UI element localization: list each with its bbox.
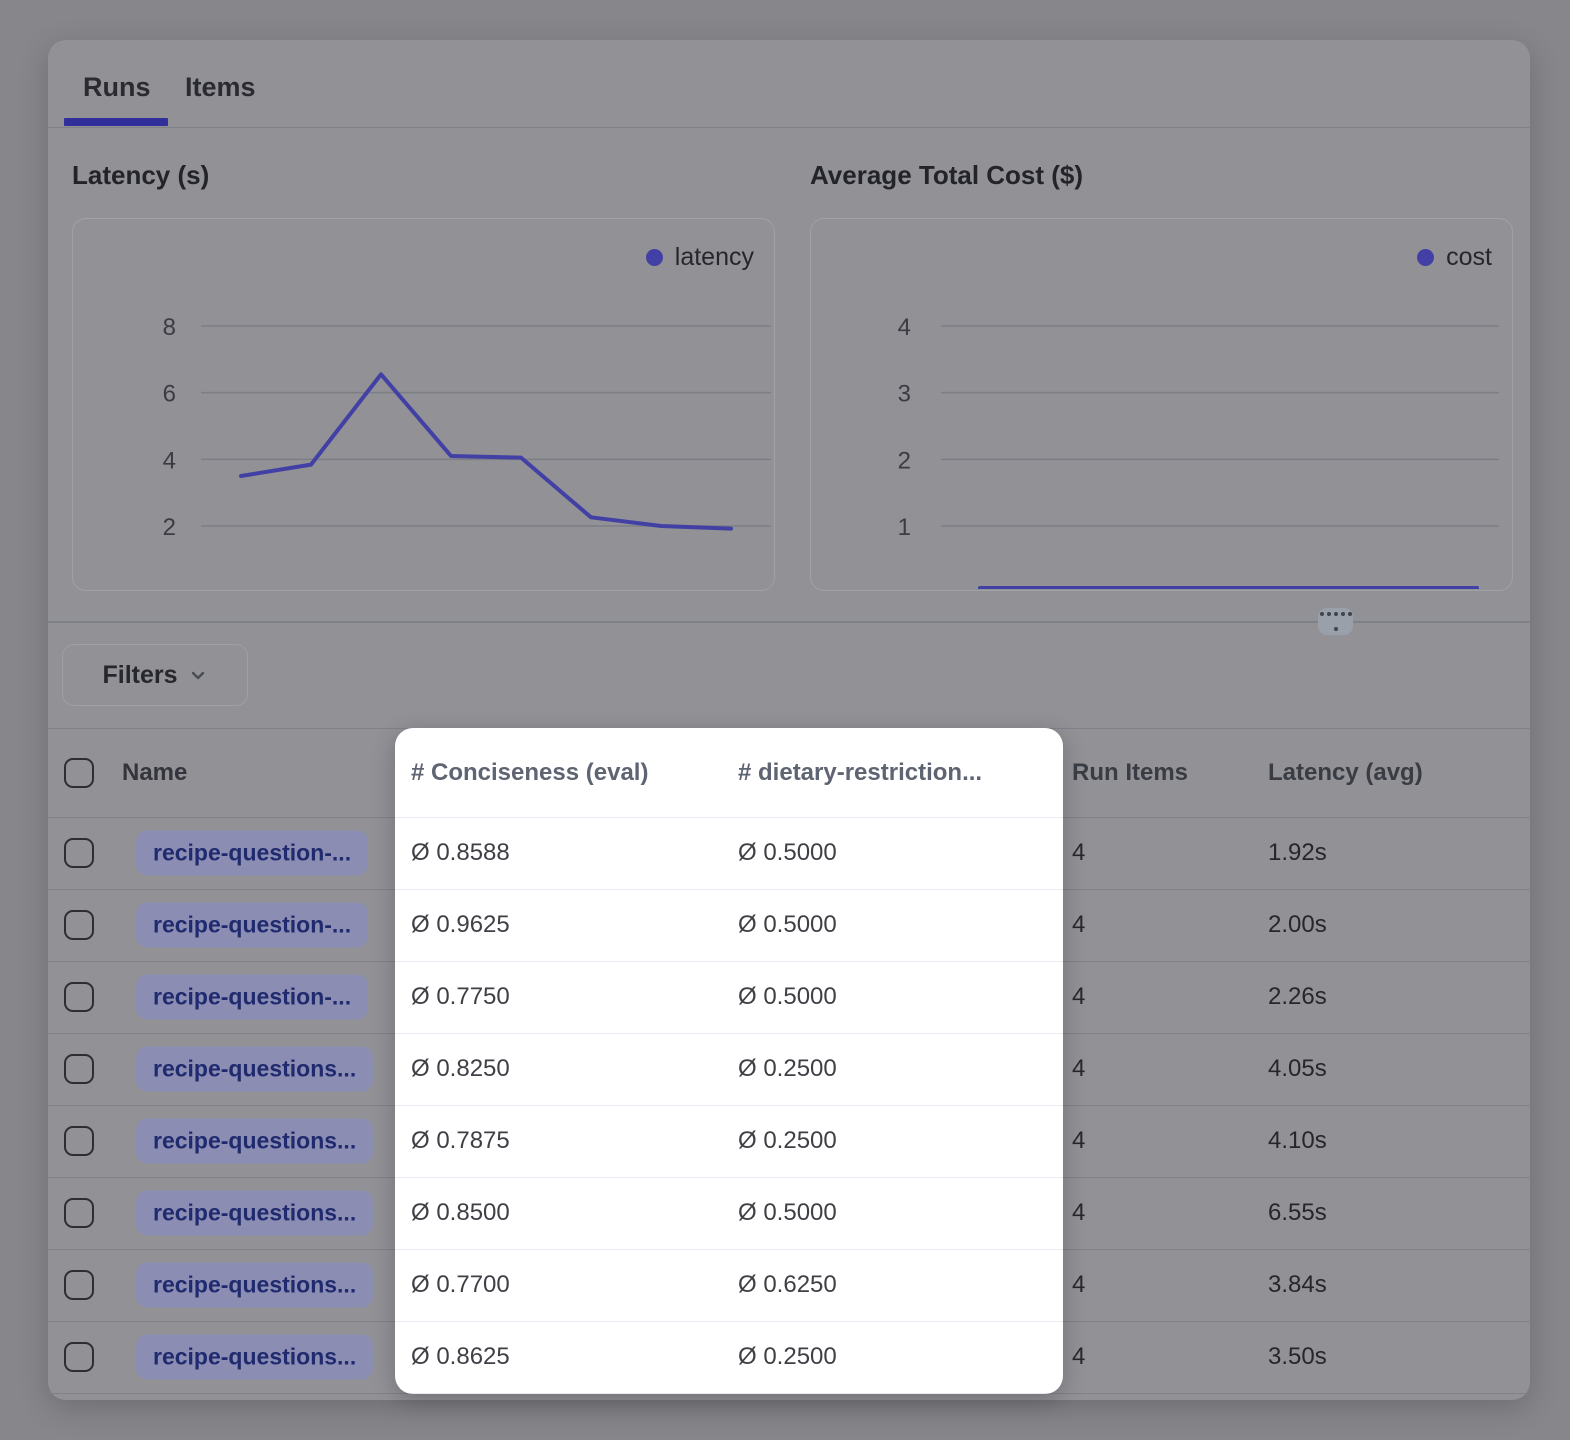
run-name-badge[interactable]: recipe-questions... [136,1119,373,1164]
conciseness-value: Ø 0.8500 [411,1199,510,1227]
dietary-value: Ø 0.6250 [738,1271,837,1299]
run-name-badge[interactable]: recipe-questions... [136,1263,373,1308]
run-items-value: 4 [1072,1271,1085,1299]
row-checkbox[interactable] [64,1054,94,1084]
conciseness-value: Ø 0.8250 [411,1055,510,1083]
column-header-dietary-restriction: # dietary-restriction... [738,759,982,787]
run-name-badge[interactable]: recipe-question-... [136,975,368,1020]
run-name-badge[interactable]: recipe-questions... [136,1047,373,1092]
row-checkbox[interactable] [64,982,94,1012]
resize-drag-handle-icon[interactable] [1318,608,1353,635]
tab-items[interactable]: Items [185,72,256,103]
table-row: recipe-questions... Ø 0.7700 Ø 0.6250 4 … [48,1249,1530,1321]
run-items-value: 4 [1072,1127,1085,1155]
svg-text:6: 6 [163,381,176,408]
runs-table: Name # Conciseness (eval) # dietary-rest… [48,728,1530,1394]
run-name-badge[interactable]: recipe-questions... [136,1335,373,1380]
cost-chart-panel: 4 3 2 1 cost [810,218,1513,591]
latency-value: 4.05s [1268,1055,1327,1083]
latency-value: 3.84s [1268,1271,1327,1299]
latency-value: 3.50s [1268,1343,1327,1371]
chevron-down-icon [188,665,208,685]
latency-value: 1.92s [1268,839,1327,867]
conciseness-value: Ø 0.8625 [411,1343,510,1371]
run-items-value: 4 [1072,911,1085,939]
conciseness-value: Ø 0.7875 [411,1127,510,1155]
column-header-latency-avg: Latency (avg) [1268,759,1423,787]
latency-legend-dot-icon [646,249,663,266]
column-header-name: Name [122,759,187,787]
table-row: recipe-questions... Ø 0.8250 Ø 0.2500 4 … [48,1033,1530,1105]
run-items-value: 4 [1072,983,1085,1011]
latency-legend-label: latency [675,243,754,272]
row-checkbox[interactable] [64,1270,94,1300]
cost-line-chart: 4 3 2 1 [811,219,1511,589]
column-header-run-items: Run Items [1072,759,1188,787]
cost-chart-title: Average Total Cost ($) [810,160,1083,191]
dietary-value: Ø 0.5000 [738,983,837,1011]
run-items-value: 4 [1072,839,1085,867]
run-name-badge[interactable]: recipe-question-... [136,903,368,948]
svg-text:4: 4 [163,447,176,474]
table-row: recipe-question-... Ø 0.9625 Ø 0.5000 4 … [48,889,1530,961]
tab-bar: Runs Items [48,40,1530,128]
table-row: recipe-question-... Ø 0.8588 Ø 0.5000 4 … [48,817,1530,889]
dietary-value: Ø 0.5000 [738,839,837,867]
table-row: recipe-questions... Ø 0.8500 Ø 0.5000 4 … [48,1177,1530,1249]
active-tab-indicator [64,118,168,126]
svg-text:2: 2 [898,447,911,474]
cost-legend: cost [1417,243,1492,272]
latency-legend: latency [646,243,754,272]
svg-text:4: 4 [898,314,911,341]
dietary-value: Ø 0.2500 [738,1055,837,1083]
row-checkbox[interactable] [64,1126,94,1156]
table-row: recipe-questions... Ø 0.7875 Ø 0.2500 4 … [48,1105,1530,1177]
column-header-conciseness: # Conciseness (eval) [411,759,648,787]
cost-legend-dot-icon [1417,249,1434,266]
run-items-value: 4 [1072,1199,1085,1227]
charts-section-divider [48,621,1530,623]
dietary-value: Ø 0.2500 [738,1343,837,1371]
run-name-badge[interactable]: recipe-questions... [136,1191,373,1236]
conciseness-value: Ø 0.7700 [411,1271,510,1299]
latency-value: 4.10s [1268,1127,1327,1155]
conciseness-value: Ø 0.9625 [411,911,510,939]
row-checkbox[interactable] [64,910,94,940]
latency-value: 2.26s [1268,983,1327,1011]
conciseness-value: Ø 0.8588 [411,839,510,867]
dietary-value: Ø 0.5000 [738,1199,837,1227]
latency-value: 6.55s [1268,1199,1327,1227]
table-row: recipe-questions... Ø 0.8625 Ø 0.2500 4 … [48,1321,1530,1393]
filters-button-label: Filters [102,661,177,690]
svg-text:3: 3 [898,381,911,408]
row-checkbox[interactable] [64,838,94,868]
dietary-value: Ø 0.2500 [738,1127,837,1155]
table-row: recipe-question-... Ø 0.7750 Ø 0.5000 4 … [48,961,1530,1033]
svg-text:1: 1 [898,514,911,541]
select-all-checkbox[interactable] [64,758,94,788]
svg-text:8: 8 [163,314,176,341]
latency-value: 2.00s [1268,911,1327,939]
cost-legend-label: cost [1446,243,1492,272]
main-panel: Runs Items Latency (s) Average Total Cos… [48,40,1530,1400]
latency-chart-title: Latency (s) [72,160,209,191]
table-header-row: Name # Conciseness (eval) # dietary-rest… [48,728,1530,817]
tab-runs[interactable]: Runs [83,72,151,103]
latency-line-chart: 8 6 4 2 [73,219,773,589]
dietary-value: Ø 0.5000 [738,911,837,939]
tabbar-divider [48,127,1530,128]
svg-text:2: 2 [163,514,176,541]
run-items-value: 4 [1072,1343,1085,1371]
row-checkbox[interactable] [64,1342,94,1372]
latency-chart-panel: 8 6 4 2 latency [72,218,775,591]
row-checkbox[interactable] [64,1198,94,1228]
run-items-value: 4 [1072,1055,1085,1083]
run-name-badge[interactable]: recipe-question-... [136,831,368,876]
filters-button[interactable]: Filters [62,644,248,706]
conciseness-value: Ø 0.7750 [411,983,510,1011]
